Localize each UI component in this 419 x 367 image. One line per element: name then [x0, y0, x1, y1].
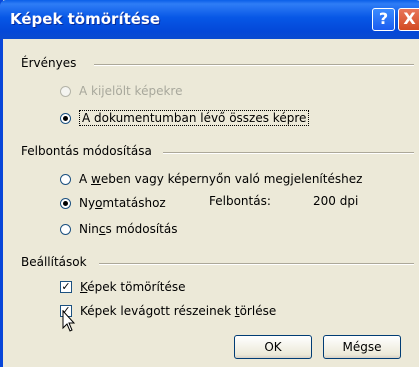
separator: [99, 263, 414, 265]
radio-icon[interactable]: [60, 223, 71, 235]
radio-icon[interactable]: [60, 173, 71, 185]
checkbox-icon[interactable]: ✓: [60, 281, 72, 293]
radio-option-all-pictures[interactable]: A dokumentumban lévő összes képre: [60, 110, 310, 126]
radio-icon[interactable]: [60, 197, 71, 209]
radio-icon[interactable]: [60, 112, 71, 124]
cancel-button[interactable]: Mégse: [323, 335, 401, 359]
dialog-title: Képek tömörítése: [10, 10, 161, 28]
arrow-cursor-icon: [62, 310, 76, 332]
radio-option-label: A dokumentumban lévő összes képre: [79, 110, 310, 126]
section-label-ervenyes: Érvényes: [21, 56, 77, 70]
resolution-label: Felbontás:: [209, 194, 271, 208]
radio-option-web[interactable]: A weben vagy képernyőn való megjelenítés…: [60, 172, 362, 186]
section-label-beallitasok: Beállítások: [21, 255, 87, 269]
separator: [94, 64, 414, 66]
resolution-value: 200 dpi: [313, 194, 359, 208]
close-button[interactable]: X: [398, 8, 419, 31]
ok-button[interactable]: OK: [234, 335, 312, 359]
section-label-felbontas: Felbontás módosítása: [21, 144, 152, 158]
checkbox-delete-cropped-areas[interactable]: ✓ Képek levágott részeinek törlése: [60, 304, 276, 318]
radio-option-label: A kijelölt képekre: [79, 84, 183, 98]
checkbox-compress-pictures[interactable]: ✓ Képek tömörítése: [60, 280, 186, 294]
radio-option-selected-pictures[interactable]: A kijelölt képekre: [60, 84, 182, 98]
checkbox-label: Képek tömörítése: [80, 280, 186, 294]
radio-option-label: A weben vagy képernyőn való megjelenítés…: [79, 172, 363, 186]
compress-pictures-dialog: Képek tömörítése ? X Érvényes A kijelölt…: [0, 0, 419, 367]
separator: [163, 152, 414, 154]
radio-option-print[interactable]: Nyomtatáshoz: [60, 196, 166, 210]
checkbox-label: Képek levágott részeinek törlése: [80, 304, 277, 318]
radio-option-no-change[interactable]: Nincs módosítás: [60, 222, 177, 236]
radio-option-label: Nincs módosítás: [79, 222, 178, 236]
radio-icon[interactable]: [60, 85, 71, 97]
title-bar[interactable]: Képek tömörítése ? X: [0, 0, 419, 39]
radio-option-label: Nyomtatáshoz: [79, 196, 166, 210]
help-button[interactable]: ?: [372, 8, 395, 31]
